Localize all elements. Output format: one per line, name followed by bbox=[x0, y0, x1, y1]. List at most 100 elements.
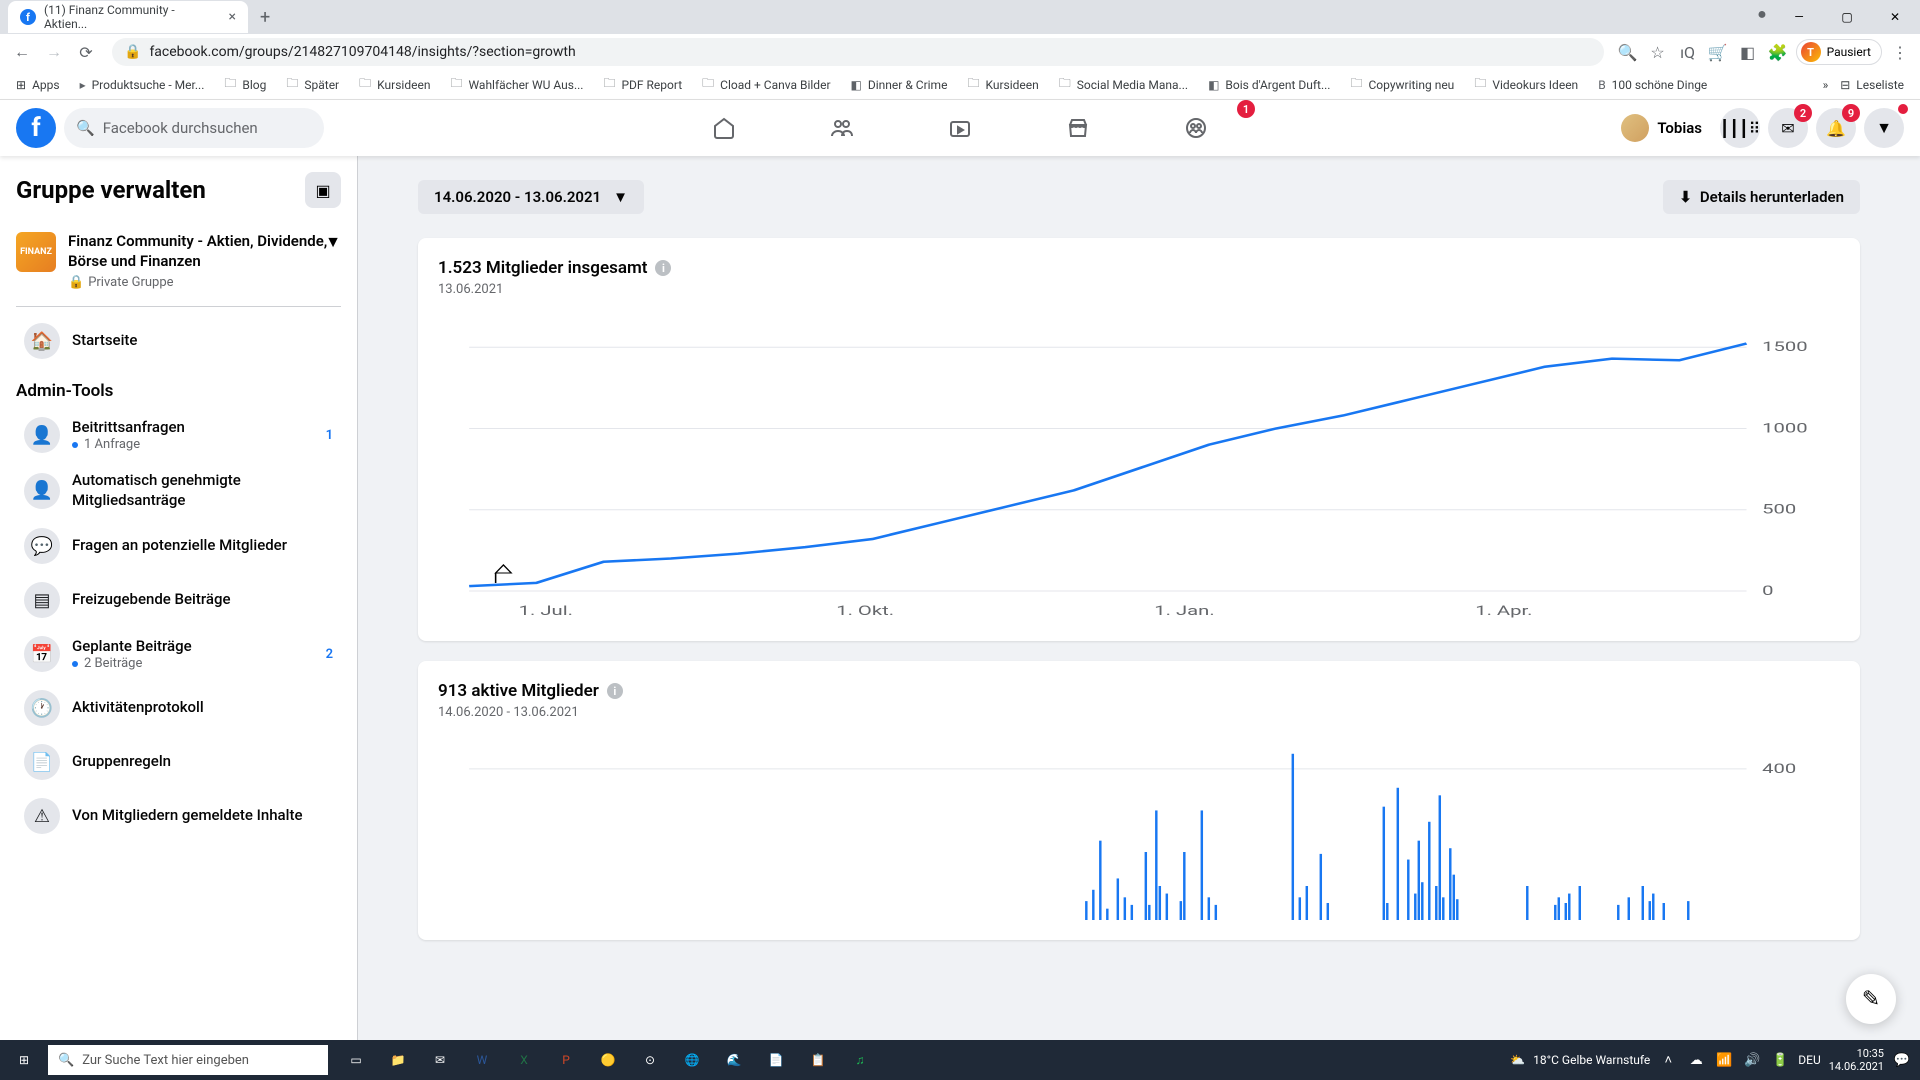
sidebar-item-activity[interactable]: 🕐 Aktivitätenprotokoll bbox=[16, 682, 341, 734]
edit-icon: ✎ bbox=[1862, 987, 1880, 1012]
battery-icon[interactable]: 🔋 bbox=[1770, 1050, 1790, 1070]
bookmark-item[interactable]: 🗀Copywriting neu bbox=[1342, 70, 1462, 99]
nav-marketplace[interactable] bbox=[1023, 104, 1133, 152]
spotify-icon[interactable]: ♫ bbox=[840, 1040, 880, 1080]
sidebar-item-pending-posts[interactable]: ▤ Freizugebende Beiträge bbox=[16, 574, 341, 626]
edge-icon[interactable]: 🌊 bbox=[714, 1040, 754, 1080]
star-icon[interactable]: ☆ bbox=[1646, 40, 1670, 64]
bookmark-item[interactable]: 🗀Kursideen bbox=[351, 70, 438, 99]
compose-button[interactable]: ✎ bbox=[1846, 974, 1896, 1024]
browser-tab[interactable]: f (11) Finanz Community - Aktien... × bbox=[8, 1, 248, 33]
bookmark-item[interactable]: 🗀Blog bbox=[216, 70, 274, 99]
chrome-icon[interactable]: 🌐 bbox=[672, 1040, 712, 1080]
messenger-button[interactable]: ✉2 bbox=[1768, 108, 1808, 148]
mail-icon[interactable]: ✉ bbox=[420, 1040, 460, 1080]
wifi-icon[interactable]: 📶 bbox=[1714, 1050, 1734, 1070]
date-range-dropdown[interactable]: 14.06.2020 - 13.06.2021 ▼ bbox=[418, 180, 644, 214]
sidebar-item-scheduled[interactable]: 📅 Geplante Beiträge 2 Beiträge 2 bbox=[16, 628, 341, 680]
volume-icon[interactable]: 🔊 bbox=[1742, 1050, 1762, 1070]
facebook-logo[interactable]: f bbox=[16, 108, 56, 148]
search-placeholder: Facebook durchsuchen bbox=[103, 119, 258, 137]
info-icon[interactable]: i bbox=[607, 683, 623, 699]
maximize-button[interactable]: ▢ bbox=[1824, 2, 1870, 32]
search-input[interactable]: 🔍 Facebook durchsuchen bbox=[64, 108, 324, 148]
bar-chart[interactable]: 400 bbox=[438, 740, 1840, 920]
chrome-profile[interactable]: T Pausiert bbox=[1796, 39, 1882, 65]
extensions-puzzle-icon[interactable]: 🧩 bbox=[1766, 40, 1790, 64]
onedrive-icon[interactable]: ☁ bbox=[1686, 1050, 1706, 1070]
obs-icon[interactable]: ⊙ bbox=[630, 1040, 670, 1080]
facebook-top-nav: f 🔍 Facebook durchsuchen 1 Tobias ┃┃┃⠿ ✉… bbox=[0, 100, 1920, 156]
group-selector[interactable]: FINANZ Finanz Community - Aktien, Divide… bbox=[16, 224, 341, 298]
account-button[interactable]: ▼ bbox=[1864, 108, 1904, 148]
chrome-menu-dot[interactable]: ● bbox=[1750, 2, 1774, 26]
bookmark-item[interactable]: 🗀Wahlfächer WU Aus... bbox=[442, 70, 591, 99]
bookmark-item[interactable]: ◧Bois d'Argent Duft... bbox=[1200, 74, 1338, 96]
sidebar-item-questions[interactable]: 💬 Fragen an potenzielle Mitglieder bbox=[16, 520, 341, 572]
app-icon[interactable]: 📄 bbox=[756, 1040, 796, 1080]
sidebar-item-reported[interactable]: ⚠ Von Mitgliedern gemeldete Inhalte bbox=[16, 790, 341, 842]
nav-friends[interactable] bbox=[787, 104, 897, 152]
profile-status: Pausiert bbox=[1827, 45, 1871, 59]
reading-list[interactable]: ⊟Leseliste bbox=[1832, 74, 1912, 96]
bookmark-item[interactable]: 🗀Kursideen bbox=[959, 70, 1046, 99]
word-icon[interactable]: W bbox=[462, 1040, 502, 1080]
bookmark-item[interactable]: 🗀PDF Report bbox=[595, 70, 690, 99]
bookmark-item[interactable]: 🗀Videokurs Ideen bbox=[1466, 70, 1586, 99]
folder-icon: 🗀 bbox=[224, 74, 236, 95]
weather-text[interactable]: 18°C Gelbe Warnstufe bbox=[1533, 1053, 1650, 1067]
bookmark-overflow[interactable]: » bbox=[1823, 78, 1829, 92]
reload-button[interactable]: ⟳ bbox=[72, 38, 100, 66]
powerpoint-icon[interactable]: P bbox=[546, 1040, 586, 1080]
task-view-icon[interactable]: ▭ bbox=[336, 1040, 376, 1080]
close-icon[interactable]: × bbox=[229, 9, 236, 25]
menu-button[interactable]: ┃┃┃⠿ bbox=[1720, 108, 1760, 148]
tab-bar: f (11) Finanz Community - Aktien... × + … bbox=[0, 0, 1920, 34]
search-icon[interactable]: 🔍 bbox=[1616, 40, 1640, 64]
info-icon[interactable]: i bbox=[655, 260, 671, 276]
notifications-icon[interactable]: 💬 bbox=[1892, 1050, 1912, 1070]
line-chart[interactable]: 0500100015001. Jul.1. Okt.1. Jan.1. Apr. bbox=[438, 321, 1840, 621]
profile-link[interactable]: Tobias bbox=[1617, 110, 1712, 146]
extension-icon[interactable]: ◧ bbox=[1736, 40, 1760, 64]
explorer-icon[interactable]: 📁 bbox=[378, 1040, 418, 1080]
sidebar-item-requests[interactable]: 👤 Beitrittsanfragen 1 Anfrage 1 bbox=[16, 409, 341, 461]
bookmark-item[interactable]: 🗀Später bbox=[278, 70, 347, 99]
url-input[interactable]: 🔒 facebook.com/groups/214827109704148/in… bbox=[112, 38, 1604, 66]
nav-home[interactable] bbox=[669, 104, 779, 152]
start-button[interactable]: ⊞ bbox=[0, 1040, 48, 1080]
apps-button[interactable]: ⊞ Apps bbox=[8, 74, 68, 96]
back-button[interactable]: ← bbox=[8, 38, 36, 66]
extension-icon[interactable]: 🛒 bbox=[1706, 40, 1730, 64]
collapse-button[interactable]: ▣ bbox=[305, 172, 341, 208]
bookmark-item[interactable]: ◧Dinner & Crime bbox=[843, 74, 956, 96]
close-window-button[interactable]: ✕ bbox=[1872, 2, 1918, 32]
nav-groups[interactable]: 1 bbox=[1141, 104, 1251, 152]
extension-icon[interactable]: ıQ bbox=[1676, 40, 1700, 64]
avatar: T bbox=[1801, 42, 1821, 62]
kebab-menu-icon[interactable]: ⋮ bbox=[1888, 40, 1912, 64]
sidebar-item-auto-approve[interactable]: 👤 Automatisch genehmigte Mitgliedsanträg… bbox=[16, 463, 341, 518]
nav-watch[interactable] bbox=[905, 104, 1015, 152]
bookmark-item[interactable]: 🗀Cload + Canva Bilder bbox=[694, 70, 838, 99]
download-button[interactable]: ⬇ Details herunterladen bbox=[1663, 180, 1860, 214]
clock[interactable]: 10:35 14.06.2021 bbox=[1829, 1047, 1884, 1073]
app-icon[interactable]: 🟡 bbox=[588, 1040, 628, 1080]
notifications-button[interactable]: 🔔9 bbox=[1816, 108, 1856, 148]
bookmark-item[interactable]: B100 schöne Dinge bbox=[1590, 74, 1715, 96]
bookmark-item[interactable]: ▸Produktsuche - Mer... bbox=[72, 74, 213, 96]
bookmark-item[interactable]: 🗀Social Media Mana... bbox=[1051, 70, 1196, 99]
sidebar-item-rules[interactable]: 📄 Gruppenregeln bbox=[16, 736, 341, 788]
new-tab-button[interactable]: + bbox=[248, 7, 282, 28]
forward-button[interactable]: → bbox=[40, 38, 68, 66]
minimize-button[interactable]: — bbox=[1776, 2, 1822, 32]
app-icon[interactable]: 📋 bbox=[798, 1040, 838, 1080]
tray-chevron-icon[interactable]: ˄ bbox=[1658, 1050, 1678, 1070]
weather-icon[interactable]: ⛅ bbox=[1510, 1053, 1525, 1067]
sidebar-home[interactable]: 🏠 Startseite bbox=[16, 315, 341, 367]
excel-icon[interactable]: X bbox=[504, 1040, 544, 1080]
taskbar-search[interactable]: 🔍 Zur Suche Text hier eingeben bbox=[48, 1045, 328, 1075]
list-icon: ⊟ bbox=[1840, 78, 1850, 92]
sidebar-section-admin: Admin-Tools bbox=[16, 369, 341, 409]
language-indicator[interactable]: DEU bbox=[1798, 1053, 1820, 1067]
